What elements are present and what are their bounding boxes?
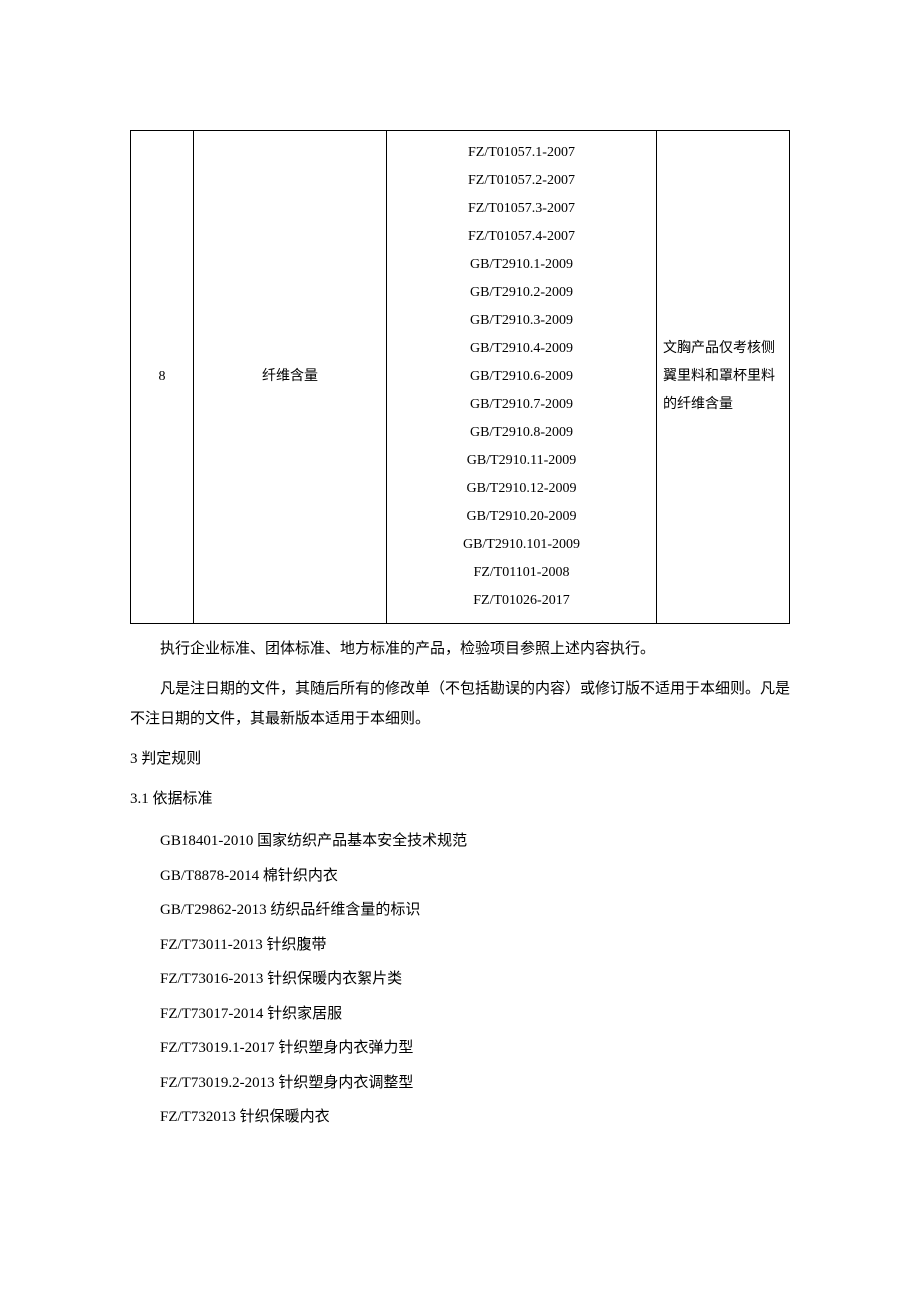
paragraph: 凡是注日期的文件，其随后所有的修改单（不包括勘误的内容）或修订版不适用于本细则。…	[130, 674, 790, 734]
standard-entry: FZ/T73016-2013 针织保暖内衣絮片类	[130, 962, 790, 997]
row-item-cell: 纤维含量	[194, 131, 387, 624]
method-entry: GB/T2910.6-2009	[393, 363, 650, 391]
method-entry: FZ/T01026-2017	[393, 587, 650, 615]
standards-table: 8 纤维含量 FZ/T01057.1-2007 FZ/T01057.2-2007…	[130, 130, 790, 624]
standard-entry: GB18401-2010 国家纺织产品基本安全技术规范	[130, 824, 790, 859]
method-entry: GB/T2910.8-2009	[393, 419, 650, 447]
method-entry: GB/T2910.101-2009	[393, 531, 650, 559]
method-entry: FZ/T01057.2-2007	[393, 167, 650, 195]
row-note-cell: 文胸产品仅考核侧翼里料和罩杯里料的纤维含量	[657, 131, 790, 624]
standard-entry: FZ/T73019.2-2013 针织塑身内衣调整型	[130, 1066, 790, 1101]
method-entry: GB/T2910.7-2009	[393, 391, 650, 419]
standard-entry: GB/T8878-2014 棉针织内衣	[130, 859, 790, 894]
standard-entry: FZ/T73019.1-2017 针织塑身内衣弹力型	[130, 1031, 790, 1066]
method-entry: GB/T2910.11-2009	[393, 447, 650, 475]
paragraph: 执行企业标准、团体标准、地方标准的产品，检验项目参照上述内容执行。	[130, 634, 790, 664]
standard-entry: GB/T29862-2013 纺织品纤维含量的标识	[130, 893, 790, 928]
document-page: 8 纤维含量 FZ/T01057.1-2007 FZ/T01057.2-2007…	[0, 0, 920, 1301]
method-entry: GB/T2910.12-2009	[393, 475, 650, 503]
standards-list: GB18401-2010 国家纺织产品基本安全技术规范 GB/T8878-201…	[130, 824, 790, 1135]
method-entry: GB/T2910.20-2009	[393, 503, 650, 531]
row-index-cell: 8	[131, 131, 194, 624]
method-entry: FZ/T01101-2008	[393, 559, 650, 587]
method-entry: GB/T2910.4-2009	[393, 335, 650, 363]
method-entry: GB/T2910.2-2009	[393, 279, 650, 307]
method-entry: FZ/T01057.4-2007	[393, 223, 650, 251]
method-entry: FZ/T01057.3-2007	[393, 195, 650, 223]
method-entry: GB/T2910.1-2009	[393, 251, 650, 279]
row-methods-cell: FZ/T01057.1-2007 FZ/T01057.2-2007 FZ/T01…	[387, 131, 657, 624]
method-entry: GB/T2910.3-2009	[393, 307, 650, 335]
table-row: 8 纤维含量 FZ/T01057.1-2007 FZ/T01057.2-2007…	[131, 131, 790, 624]
standard-entry: FZ/T732013 针织保暖内衣	[130, 1100, 790, 1135]
standard-entry: FZ/T73017-2014 针织家居服	[130, 997, 790, 1032]
method-entry: FZ/T01057.1-2007	[393, 139, 650, 167]
section-heading-3-1: 3.1 依据标准	[130, 784, 790, 814]
standard-entry: FZ/T73011-2013 针织腹带	[130, 928, 790, 963]
section-heading-3: 3 判定规则	[130, 744, 790, 774]
